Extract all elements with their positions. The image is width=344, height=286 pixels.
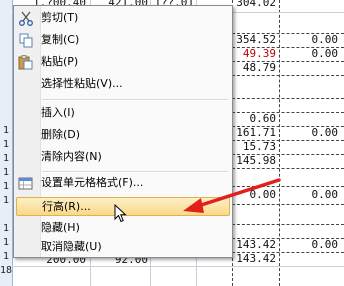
annotation-arrow xyxy=(183,178,281,213)
mouse-cursor-icon xyxy=(114,204,127,223)
